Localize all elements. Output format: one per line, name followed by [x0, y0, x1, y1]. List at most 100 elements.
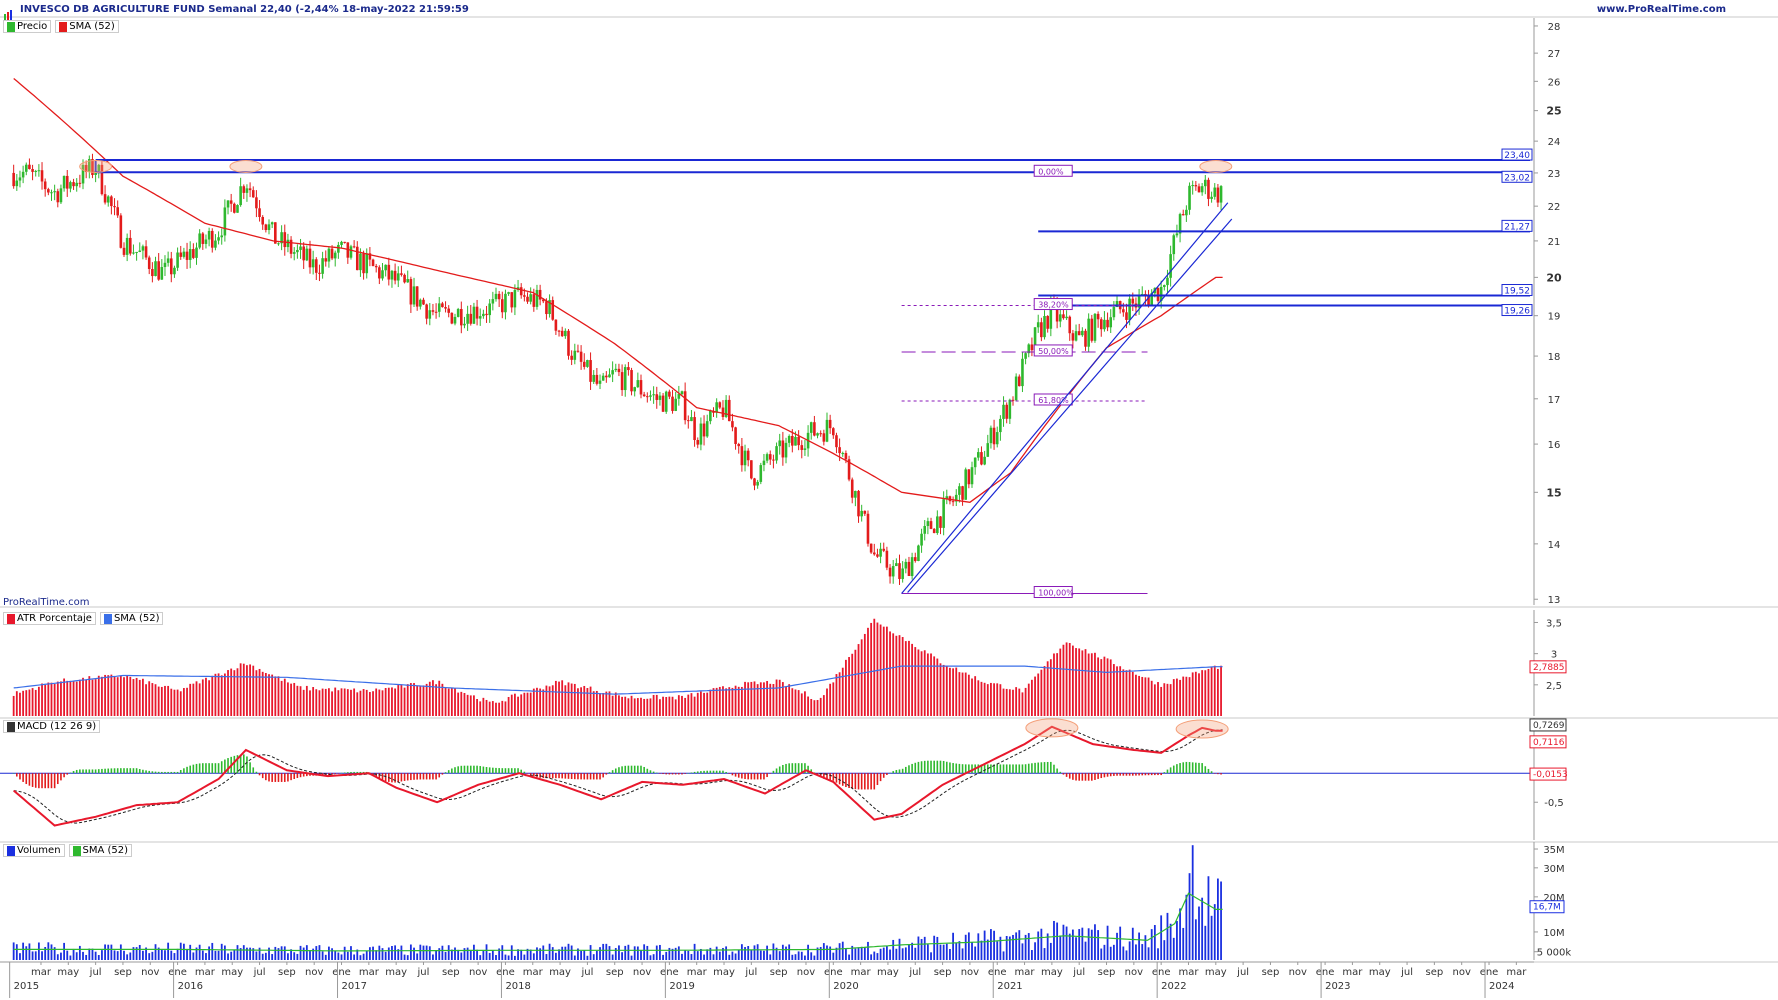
atr-bar — [283, 678, 286, 716]
price-candle — [671, 396, 674, 411]
volume-bar — [1185, 894, 1188, 960]
macd-histogram-bar — [911, 763, 913, 774]
price-candle — [188, 249, 192, 260]
price-candle — [106, 196, 110, 203]
volume-legend: Volumen SMA (52) — [3, 844, 133, 857]
volume-bar — [996, 941, 999, 960]
volume-bar — [1144, 935, 1147, 960]
volume-bar — [778, 951, 781, 960]
macd-histogram-bar — [709, 770, 712, 774]
price-candle — [872, 552, 876, 555]
volume-y-tick-label: 10M — [1543, 928, 1564, 939]
atr-bar — [520, 694, 523, 716]
atr-bar — [901, 637, 904, 716]
legend-item-volume[interactable]: Volumen — [3, 844, 65, 857]
volume-bar — [1112, 944, 1115, 960]
macd-histogram-bar — [886, 773, 888, 775]
volume-bar — [305, 945, 308, 960]
price-candle — [888, 567, 892, 577]
macd-histogram-bar — [614, 768, 617, 774]
macd-histogram-bar — [353, 771, 355, 774]
price-candle — [103, 194, 107, 203]
volume-bar — [804, 955, 806, 960]
price-candle — [854, 490, 857, 498]
fib-label: 100,00% — [1038, 589, 1074, 598]
macd-histogram-bar — [1172, 765, 1175, 774]
macd-histogram-bar — [611, 770, 614, 774]
price-candle — [1122, 309, 1125, 313]
atr-bar — [413, 683, 415, 716]
macd-histogram-bar — [1185, 761, 1188, 774]
price-candle — [129, 237, 132, 254]
macd-histogram-bar — [596, 773, 598, 780]
price-candle — [308, 248, 312, 268]
volume-bar — [1027, 933, 1030, 960]
price-candle — [734, 427, 737, 444]
legend-item-price[interactable]: Precio — [3, 20, 52, 33]
price-candle — [535, 289, 539, 307]
macd-histogram-bar — [1027, 763, 1030, 774]
price-candle — [1109, 317, 1113, 328]
atr-bar — [740, 686, 743, 716]
atr-bar — [450, 687, 453, 716]
macd-histogram-bar — [996, 764, 999, 774]
volume-bar — [255, 951, 258, 960]
volume-bar — [315, 946, 318, 960]
x-month-label: sep — [1262, 967, 1280, 978]
level-label: 19,26 — [1504, 307, 1530, 317]
macd-histogram-bar — [1053, 764, 1055, 774]
macd-histogram-bar — [293, 773, 296, 779]
legend-item-volume-sma[interactable]: SMA (52) — [68, 844, 133, 857]
x-month-label: mar — [359, 967, 380, 978]
macd-histogram-bar — [841, 773, 844, 786]
atr-bar — [101, 676, 103, 716]
macd-histogram-bar — [473, 765, 475, 774]
volume-bar — [422, 945, 425, 960]
x-year-label: 2024 — [1489, 981, 1514, 992]
macd-histogram-bar — [391, 773, 393, 783]
credit-link[interactable]: www.ProRealTime.com — [1597, 4, 1726, 15]
legend-item-atr[interactable]: ATR Porcentaje — [3, 612, 96, 625]
volume-bar — [337, 952, 340, 960]
price-candle — [765, 454, 769, 461]
atr-bar — [980, 681, 983, 716]
macd-histogram-bar — [769, 773, 772, 774]
volume-bar — [687, 950, 690, 960]
volume-bar — [920, 939, 923, 960]
price-candle — [951, 501, 955, 503]
macd-histogram-bar — [1012, 764, 1014, 774]
atr-bar — [1087, 653, 1090, 716]
volume-bar — [425, 945, 428, 960]
macd-histogram-bar — [971, 764, 973, 774]
legend-item-atr-sma[interactable]: SMA (52) — [99, 612, 164, 625]
volume-bar — [28, 943, 31, 960]
legend-item-macd[interactable]: MACD (12 26 9) — [3, 720, 101, 733]
macd-histogram-bar — [192, 764, 195, 774]
macd-histogram-bar — [719, 770, 721, 774]
macd-histogram-bar — [797, 763, 800, 774]
macd-histogram-bar — [895, 769, 898, 774]
atr-bar — [570, 683, 573, 716]
volume-bar — [37, 942, 40, 960]
macd-histogram-bar — [1198, 762, 1200, 774]
price-candle — [1194, 185, 1198, 187]
volume-bar — [280, 946, 283, 960]
volume-bar — [608, 946, 611, 960]
price-candle — [519, 287, 523, 296]
atr-bar — [1068, 643, 1071, 716]
price-candle — [841, 453, 845, 455]
volume-bar — [545, 954, 548, 960]
chart-canvas[interactable]: 1314151617181920212223242526272823,4023,… — [0, 0, 1778, 1000]
price-candle — [895, 563, 898, 567]
volume-bar — [88, 948, 91, 960]
legend-item-price-sma[interactable]: SMA (52) — [55, 20, 119, 33]
atr-bar — [952, 668, 954, 716]
atr-bar — [365, 689, 368, 716]
price-candle — [680, 391, 684, 395]
price-candle — [1219, 186, 1223, 203]
volume-bar — [208, 946, 211, 960]
volume-bar — [1176, 920, 1178, 960]
atr-bar — [261, 671, 264, 716]
macd-histogram-bar — [747, 773, 749, 780]
macd-histogram-bar — [1021, 764, 1024, 774]
